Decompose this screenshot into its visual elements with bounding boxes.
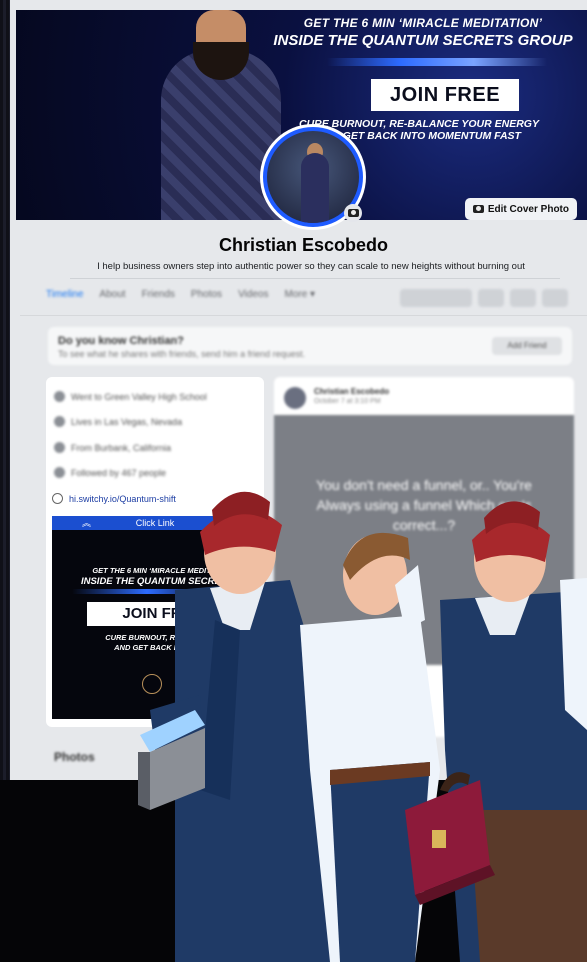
chevron-up-icon: ︽ [82, 518, 92, 528]
promo-blue-stroke [72, 589, 222, 594]
cover-headline-line1: GET THE 6 MIN ‘MIRACLE MEDITATION’ [303, 16, 543, 30]
briefcase-illustration [405, 772, 495, 905]
view-as-button[interactable] [510, 289, 536, 307]
tab-photos[interactable]: Photos [191, 289, 222, 300]
message-action-button[interactable] [478, 289, 504, 307]
tab-timeline[interactable]: Timeline [46, 289, 83, 300]
click-link-label: Click Link [135, 518, 175, 528]
promo-line1: GET THE 6 MIN ‘MIRACLE MEDITATI [92, 566, 222, 575]
tab-about[interactable]: About [99, 289, 125, 300]
intro-card: Went to Green Valley High School Lives i… [46, 377, 264, 727]
know-card-subtitle: To see what he shares with friends, send… [58, 349, 306, 359]
tab-videos[interactable]: Videos [238, 289, 268, 300]
stage: GET THE 6 MIN ‘MIRACLE MEDITATION’ INSID… [0, 0, 587, 962]
post-card: Christian Escobedo October 7 at 3:10 PM … [274, 377, 574, 737]
avatar-camera-icon[interactable] [344, 204, 362, 222]
tab-more[interactable]: More ▾ [284, 289, 315, 300]
post-image[interactable] [274, 415, 574, 665]
post-author-name[interactable]: Christian Escobedo [314, 387, 389, 396]
facebook-profile-page: GET THE 6 MIN ‘MIRACLE MEDITATION’ INSID… [10, 0, 587, 780]
intro-item-from: From Burbank, California [54, 442, 171, 453]
profile-name: Christian Escobedo [218, 235, 389, 255]
intro-item-school: Went to Green Valley High School [54, 391, 207, 402]
post-date[interactable]: October 7 at 3:10 PM [314, 398, 381, 405]
click-link-bar[interactable]: ︽ Click Link ︽ [52, 516, 258, 530]
profile-bio: I help business owners step into authent… [97, 261, 525, 272]
divider [70, 278, 560, 279]
edit-cover-photo-label: Edit Cover Photo [487, 203, 569, 215]
chevron-up-icon: ︽ [212, 518, 222, 528]
location-pin-icon [54, 442, 65, 453]
profile-action-buttons [400, 289, 568, 307]
promo-subline: CURE BURNOUT, RE-BALAN AND GET BACK INTO… [105, 633, 209, 652]
add-friend-button[interactable]: Add Friend [492, 337, 562, 355]
post-author-avatar[interactable] [284, 387, 306, 409]
globe-icon [52, 493, 63, 504]
intro-link[interactable]: hi.switchy.io/Quantum-shift [52, 493, 176, 504]
cover-headline-line2: INSIDE THE QUANTUM SECRETS GROUP [273, 32, 573, 49]
tab-friends[interactable]: Friends [142, 289, 175, 300]
intro-item-lives: Lives in Las Vegas, Nevada [54, 416, 182, 427]
featured-promo-image[interactable]: ︽ Click Link ︽ GET THE 6 MIN ‘MIRACLE ME… [52, 516, 258, 719]
post-text: You don't need a funnel, or.. You're Alw… [316, 477, 532, 533]
profile-tabs: Timeline About Friends Photos Videos Mor… [46, 289, 315, 300]
intro-link-text[interactable]: hi.switchy.io/Quantum-shift [69, 494, 176, 504]
promo-join-free-button: JOIN FR [87, 602, 217, 626]
promo-line2: INSIDE THE QUANTUM SECRETS G [80, 576, 244, 587]
more-action-button[interactable] [542, 289, 568, 307]
know-card-title: Do you know Christian? [58, 335, 184, 347]
know-christian-card: Do you know Christian? To see what he sh… [48, 327, 572, 365]
cover-join-free-button: JOIN FREE [371, 79, 519, 111]
photos-section-title[interactable]: Photos [54, 750, 95, 764]
edit-cover-photo-button[interactable]: Edit Cover Photo [464, 198, 577, 220]
camera-icon [472, 205, 484, 213]
divider [20, 315, 587, 316]
followers-icon [54, 467, 65, 478]
cover-blue-stroke [327, 58, 547, 66]
school-icon [54, 391, 65, 402]
cover-headline: GET THE 6 MIN ‘MIRACLE MEDITATION’ INSID… [273, 16, 573, 49]
atom-logo-icon [142, 674, 162, 694]
add-friend-action-button[interactable] [400, 289, 472, 307]
intro-item-followers: Followed by 467 people [54, 467, 166, 478]
home-icon [54, 416, 65, 427]
